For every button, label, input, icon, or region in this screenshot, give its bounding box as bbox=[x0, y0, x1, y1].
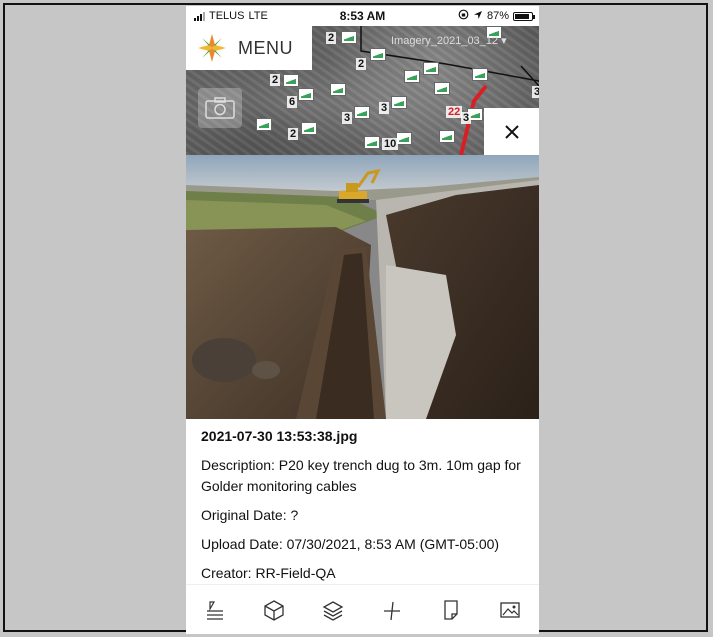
map-view[interactable]: 2 2 2 6 3 3 2 10 3 22 3 MENU Imagery_202… bbox=[186, 26, 539, 155]
photo-marker[interactable] bbox=[341, 31, 357, 44]
edit-tool-button[interactable] bbox=[200, 595, 230, 625]
cluster-count[interactable]: 3 bbox=[379, 102, 390, 114]
photo-marker[interactable] bbox=[364, 136, 380, 149]
cluster-count[interactable]: 6 bbox=[287, 96, 298, 108]
photo-details: 2021-07-30 13:53:38.jpg Description: P20… bbox=[201, 428, 531, 592]
measure-icon bbox=[383, 601, 400, 621]
imagery-selector[interactable]: Imagery_2021_03_12 ▾ bbox=[391, 34, 507, 47]
status-bar: TELUS LTE 8:53 AM 87% bbox=[186, 6, 539, 26]
photo-preview[interactable] bbox=[186, 155, 539, 419]
cluster-count[interactable]: 2 bbox=[326, 32, 337, 44]
photo-marker[interactable] bbox=[396, 132, 412, 145]
bottom-toolbar bbox=[186, 584, 539, 634]
photo-marker[interactable] bbox=[283, 74, 299, 87]
cluster-count[interactable]: 2 bbox=[356, 58, 367, 70]
original-date: Original Date: ? bbox=[201, 507, 299, 523]
measure-button[interactable] bbox=[377, 595, 407, 625]
cluster-count[interactable]: 3 bbox=[342, 112, 353, 124]
cube-icon bbox=[264, 600, 284, 621]
cluster-count[interactable]: 2 bbox=[270, 74, 281, 86]
layers-button[interactable] bbox=[318, 595, 348, 625]
3d-view-button[interactable] bbox=[259, 595, 289, 625]
close-icon bbox=[504, 125, 519, 139]
notes-button[interactable] bbox=[436, 595, 466, 625]
app-logo-icon bbox=[198, 34, 226, 62]
photo-description: Description: P20 key trench dug to 3m. 1… bbox=[201, 457, 521, 494]
creator: Creator: RR-Field-QA bbox=[201, 565, 336, 581]
photo-filename: 2021-07-30 13:53:38.jpg bbox=[201, 428, 358, 444]
layers-icon bbox=[322, 601, 344, 621]
photo-marker[interactable] bbox=[298, 88, 314, 101]
orientation-lock-icon bbox=[458, 9, 469, 23]
close-button[interactable] bbox=[484, 108, 539, 155]
trench-photo bbox=[186, 155, 539, 419]
battery-icon bbox=[513, 11, 535, 21]
photo-marker[interactable] bbox=[404, 70, 420, 83]
phone-screen: TELUS LTE 8:53 AM 87% 2 2 2 6 3 3 2 10 3… bbox=[186, 6, 539, 634]
location-arrow-icon bbox=[473, 10, 483, 23]
chevron-down-icon: ▾ bbox=[501, 35, 507, 47]
imagery-selector-label: Imagery_2021_03_12 bbox=[391, 35, 499, 47]
battery-percent: 87% bbox=[486, 10, 509, 22]
cluster-count[interactable]: 3 bbox=[461, 112, 472, 124]
cluster-count[interactable]: 3 bbox=[532, 86, 539, 98]
photo-marker[interactable] bbox=[330, 83, 346, 96]
note-icon bbox=[444, 600, 458, 620]
image-icon bbox=[499, 602, 520, 618]
gallery-button[interactable] bbox=[495, 595, 525, 625]
photo-marker[interactable] bbox=[354, 106, 370, 119]
photo-marker[interactable] bbox=[391, 96, 407, 109]
photo-marker[interactable] bbox=[370, 48, 386, 61]
photo-marker[interactable] bbox=[434, 82, 450, 95]
menu-label: MENU bbox=[238, 37, 293, 58]
cluster-count[interactable]: 2 bbox=[288, 128, 299, 140]
photo-marker[interactable] bbox=[439, 130, 455, 143]
cluster-count[interactable]: 10 bbox=[382, 138, 399, 150]
status-right: 87% bbox=[458, 9, 535, 23]
menu-button[interactable]: MENU bbox=[186, 26, 312, 70]
upload-date: Upload Date: 07/30/2021, 8:53 AM (GMT-05… bbox=[201, 536, 500, 552]
edit-icon bbox=[207, 601, 224, 620]
camera-button[interactable] bbox=[198, 88, 242, 128]
photo-marker[interactable] bbox=[301, 122, 317, 135]
photo-marker[interactable] bbox=[423, 62, 439, 75]
camera-icon bbox=[205, 97, 235, 119]
red-line-label: 22 bbox=[446, 106, 463, 118]
photo-marker[interactable] bbox=[472, 68, 488, 81]
photo-marker[interactable] bbox=[256, 118, 272, 131]
